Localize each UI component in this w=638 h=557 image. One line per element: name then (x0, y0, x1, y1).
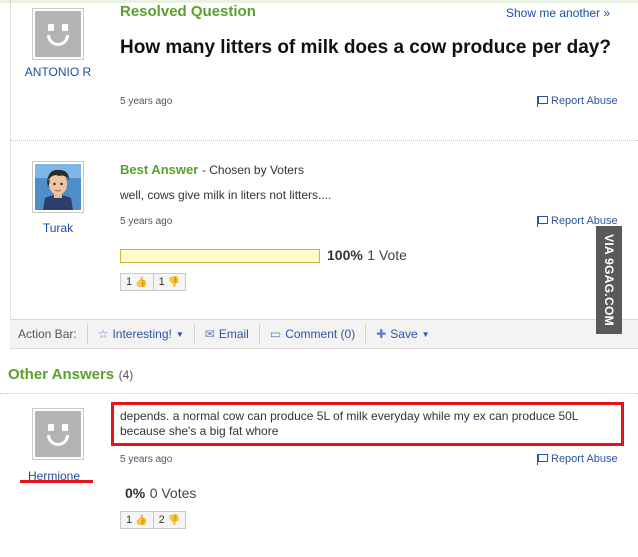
report-abuse-label: Report Abuse (551, 95, 618, 107)
thumbs-up-icon: 👍 (135, 514, 148, 526)
chosen-by-label: - Chosen by Voters (201, 163, 304, 177)
caret-down-icon: ▼ (175, 329, 184, 339)
answer-votes: 0% 0 Votes (125, 485, 196, 503)
best-answer-text: well, cows give milk in liters not litte… (120, 188, 332, 202)
left-border (10, 0, 11, 318)
email-label: Email (218, 327, 249, 341)
thumbs-down-button[interactable]: 1 👎 (152, 274, 186, 290)
question-title: How many litters of milk does a cow prod… (120, 37, 611, 58)
interesting-button[interactable]: ☆ Interesting! ▼ (88, 324, 195, 344)
comment-label: Comment (0) (285, 327, 356, 341)
default-avatar-icon (35, 11, 81, 57)
hermione-avatar[interactable] (32, 408, 84, 460)
flag-icon (537, 215, 548, 227)
flag-icon (537, 453, 548, 465)
vote-percent: 100% (327, 247, 363, 263)
flag-icon (537, 95, 548, 107)
caret-down-icon: ▼ (421, 329, 430, 339)
top-border (0, 0, 638, 3)
best-answer-label: Best Answer (120, 162, 199, 177)
thumbs-up-button[interactable]: 1 👍 (121, 274, 153, 290)
best-answer-header: Best Answer - Chosen by Voters (120, 162, 304, 177)
save-label: Save (390, 327, 418, 341)
divider (10, 140, 638, 141)
answer-report-abuse[interactable]: Report Abuse (537, 453, 618, 465)
answer-rating: 1 👍 2 👎 (120, 511, 187, 529)
comment-icon: ▭ (269, 327, 282, 341)
vote-bar (120, 249, 320, 263)
email-icon: ✉ (204, 327, 215, 341)
asker-avatar[interactable] (32, 8, 84, 60)
star-icon: ☆ (97, 327, 109, 341)
default-avatar-icon (35, 411, 81, 457)
thumbs-down-count: 1 (158, 276, 165, 288)
thumbs-up-count: 1 (126, 276, 133, 288)
other-answers-header: Other Answers (4) (8, 366, 133, 384)
best-answer-user[interactable]: Turak (18, 221, 98, 235)
other-answers-count: (4) (118, 368, 134, 382)
vote-count: 0 Votes (149, 485, 197, 501)
show-another-link[interactable]: Show me another » (506, 6, 610, 20)
vote-count: 1 Vote (367, 247, 407, 263)
best-answer-age: 5 years ago (120, 216, 173, 227)
best-answer-votes: 100% 1 Vote (327, 247, 407, 265)
best-answer-rating: 1 👍 1 👎 (120, 273, 187, 291)
thumbs-up-icon: 👍 (135, 276, 148, 288)
other-answers-title: Other Answers (8, 366, 115, 383)
red-highlight-box (111, 402, 624, 446)
action-bar: Action Bar: ☆ Interesting! ▼ ✉ Email ▭ C… (10, 319, 638, 349)
thumbs-down-button[interactable]: 2 👎 (152, 512, 186, 528)
thumbs-down-icon: 👎 (167, 514, 181, 526)
save-button[interactable]: ✚ Save ▼ (366, 324, 439, 344)
action-bar-label: Action Bar: (10, 324, 88, 344)
asker-name[interactable]: ANTONIO R (18, 65, 98, 79)
report-abuse-label: Report Abuse (551, 453, 618, 465)
question-report-abuse[interactable]: Report Abuse (537, 95, 618, 107)
cartoon-avatar-icon (35, 164, 81, 210)
vote-percent: 0% (125, 485, 146, 501)
thumbs-down-icon: 👎 (167, 276, 181, 288)
question-age: 5 years ago (120, 96, 173, 107)
thumbs-up-count: 1 (126, 514, 133, 526)
thumbs-up-button[interactable]: 1 👍 (121, 512, 153, 528)
email-button[interactable]: ✉ Email (195, 324, 260, 344)
thumbs-down-count: 2 (158, 514, 165, 526)
answer-age: 5 years ago (120, 454, 173, 465)
interesting-label: Interesting! (112, 327, 172, 341)
resolved-question-label: Resolved Question (120, 3, 256, 20)
comment-button[interactable]: ▭ Comment (0) (260, 324, 367, 344)
turak-avatar[interactable] (32, 161, 84, 213)
divider (0, 393, 638, 394)
watermark-text: VIA 9GAG.COM (602, 234, 616, 326)
plus-icon: ✚ (376, 327, 387, 341)
watermark: VIA 9GAG.COM (596, 226, 622, 334)
red-underline-mark (20, 480, 93, 483)
